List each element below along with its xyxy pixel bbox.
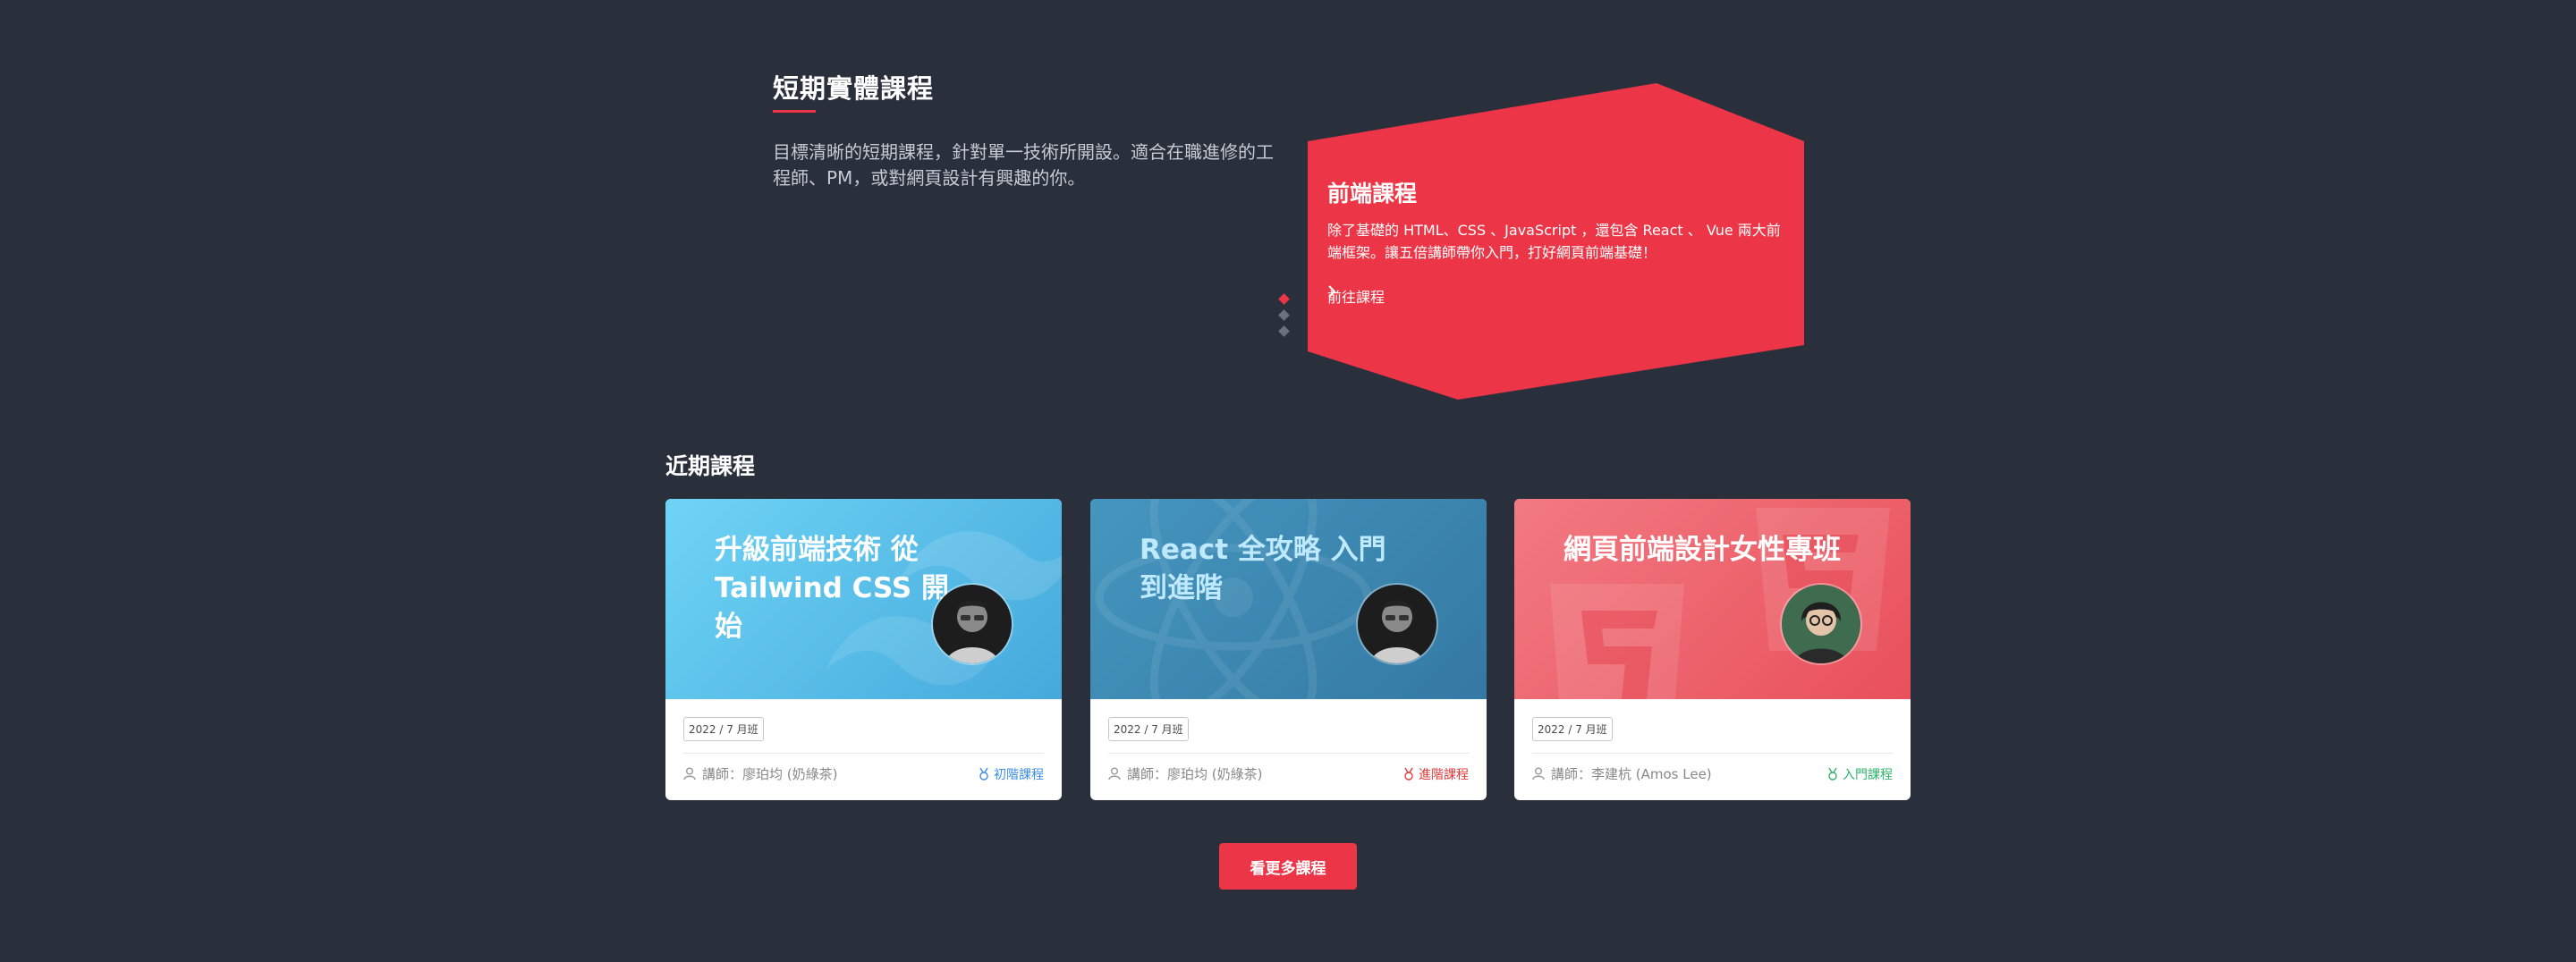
- course-card[interactable]: React 全攻略 入門到進階 2022 / 7 月班 講師：廖珀均 (奶綠茶)…: [1090, 499, 1487, 800]
- carousel-dot-2[interactable]: [1278, 309, 1290, 321]
- teacher-name: 講師：廖珀均 (奶綠茶): [1127, 766, 1263, 782]
- level-label: 入門課程: [1843, 767, 1893, 782]
- course-banner: 網頁前端設計女性專班: [1514, 499, 1911, 699]
- teacher-name: 講師：廖珀均 (奶綠茶): [702, 766, 838, 782]
- course-card[interactable]: 網頁前端設計女性專班 2022 / 7 月班 講師：李建杭 (Amos Lee)…: [1514, 499, 1911, 800]
- course-card-footer: 講師：廖珀均 (奶綠茶) 進階課程: [1108, 764, 1469, 783]
- course-card[interactable]: 升級前端技術 從 Tailwind CSS 開始 2022 / 7 月班 講師：…: [665, 499, 1062, 800]
- course-banner-title: 網頁前端設計女性專班: [1563, 534, 1841, 566]
- level-label: 進階課程: [1419, 767, 1469, 782]
- more-courses-button[interactable]: 看更多課程: [1219, 843, 1357, 890]
- teacher-info: 講師：李建杭 (Amos Lee): [1532, 764, 1712, 783]
- teacher-name: 講師：李建杭 (Amos Lee): [1551, 766, 1712, 782]
- instructor-avatar: [931, 583, 1013, 665]
- medal-icon: [1404, 767, 1413, 781]
- section-title: 短期實體課程: [773, 73, 935, 104]
- course-card-body: 2022 / 7 月班 講師：李建杭 (Amos Lee) 入門課程: [1514, 699, 1911, 783]
- teacher-info: 講師：廖珀均 (奶綠茶): [683, 764, 837, 783]
- user-icon: [1108, 767, 1121, 781]
- level-tag: 入門課程: [1826, 765, 1893, 783]
- instructor-avatar: [1356, 583, 1438, 665]
- cohort-badge: 2022 / 7 月班: [683, 717, 764, 741]
- course-card-body: 2022 / 7 月班 講師：廖珀均 (奶綠茶) 進階課程: [1090, 699, 1487, 783]
- divider: [1532, 753, 1893, 754]
- carousel-dot-3[interactable]: [1278, 325, 1290, 337]
- course-banner: 升級前端技術 從 Tailwind CSS 開始: [665, 499, 1062, 699]
- cohort-badge: 2022 / 7 月班: [1532, 717, 1613, 741]
- title-underline: [773, 110, 816, 113]
- user-icon: [683, 767, 696, 781]
- feature-card: 前端課程 除了基礎的 HTML、CSS 、JavaScript ，還包含 Rea…: [1308, 83, 1804, 400]
- course-card-body: 2022 / 7 月班 講師：廖珀均 (奶綠茶) 初階課程: [665, 699, 1062, 783]
- course-card-footer: 講師：廖珀均 (奶綠茶) 初階課程: [683, 764, 1044, 783]
- medal-icon: [1828, 767, 1837, 781]
- divider: [1108, 753, 1469, 754]
- carousel-dots: [1277, 293, 1292, 343]
- level-label: 初階課程: [994, 767, 1044, 782]
- instructor-avatar: [1780, 583, 1862, 665]
- go-to-course-link[interactable]: 前往課程: [1327, 285, 1392, 307]
- level-tag: 初階課程: [978, 765, 1044, 783]
- course-card-footer: 講師：李建杭 (Amos Lee) 入門課程: [1532, 764, 1893, 783]
- course-banner: React 全攻略 入門到進階: [1090, 499, 1487, 699]
- divider: [683, 753, 1044, 754]
- recent-courses-title: 近期課程: [665, 453, 756, 479]
- feature-title: 前端課程: [1327, 181, 1418, 207]
- medal-icon: [979, 767, 988, 781]
- carousel-dot-1[interactable]: [1278, 293, 1290, 305]
- teacher-info: 講師：廖珀均 (奶綠茶): [1108, 764, 1262, 783]
- course-banner-title: React 全攻略 入門到進階: [1140, 534, 1386, 604]
- level-tag: 進階課程: [1402, 765, 1469, 783]
- section-description: 目標清晰的短期課程，針對單一技術所開設。適合在職進修的工程師、PM，或對網頁設計…: [773, 141, 1274, 189]
- cohort-badge: 2022 / 7 月班: [1108, 717, 1189, 741]
- feature-description: 除了基礎的 HTML、CSS 、JavaScript ，還包含 React 、 …: [1327, 222, 1781, 261]
- user-icon: [1532, 767, 1545, 781]
